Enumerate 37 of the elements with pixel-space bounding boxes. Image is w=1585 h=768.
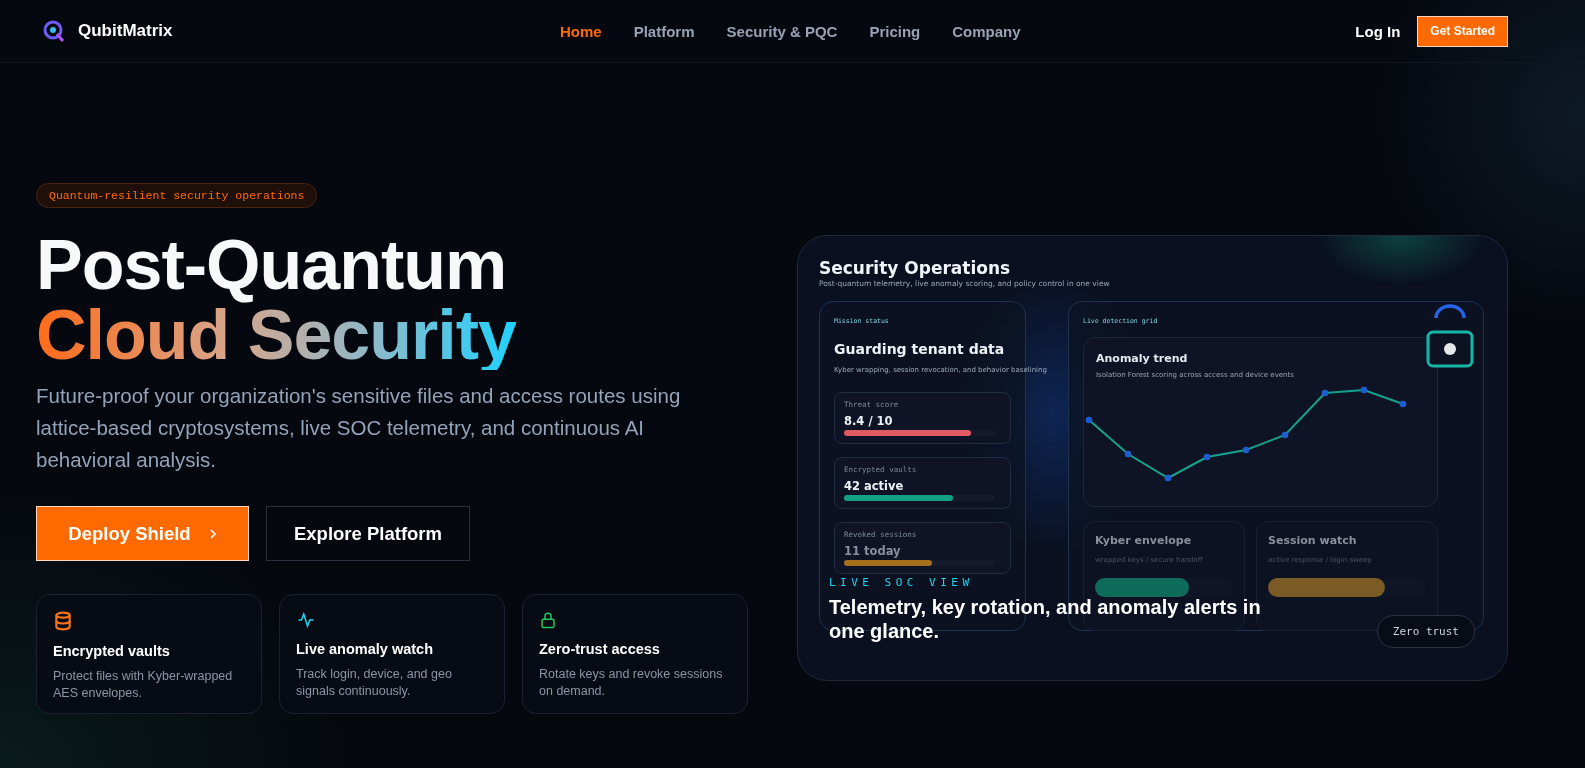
nav-link[interactable]: Security & PQC: [726, 22, 838, 40]
feature-title: Encrypted vaults: [53, 643, 171, 659]
trend-point: [1242, 446, 1250, 454]
status-title: Session watch: [1268, 534, 1358, 547]
trend-point: [1321, 389, 1329, 397]
explore-button[interactable]: Explore Platform: [266, 506, 470, 561]
feature-description: Track login, device, and geo signals continuously.: [296, 666, 453, 700]
feature-description: Protect files with Kyber-wrapped AES envelopes.: [53, 668, 234, 702]
trend-point: [1360, 386, 1368, 394]
feature-title: Zero-trust access: [539, 641, 661, 657]
trend-point: [1203, 453, 1211, 461]
hero-description: Future-proof your organization's sensitive files and access routes using lattice-based cryptosystems, live SOC telemetry, and continuous AI behavioral analysis.: [36, 383, 682, 473]
trend-point: [1399, 400, 1407, 408]
feature-description: Rotate keys and revoke sessions on demand.: [539, 666, 724, 700]
nav-link[interactable]: Home: [560, 22, 602, 40]
trend-point: [1164, 474, 1172, 482]
chevron-right-icon: [208, 527, 217, 540]
metric-value: 42 active: [844, 479, 905, 493]
nav-link[interactable]: Pricing: [869, 22, 921, 40]
zero-trust-tag: Zero trust: [1376, 615, 1475, 648]
trend-point: [1085, 416, 1093, 424]
metric-value: 8.4 / 10: [844, 414, 894, 428]
trend-point: [1124, 450, 1132, 458]
dashboard-caption: Telemetry, key rotation, and anomaly alerts in one glance.: [829, 595, 1262, 643]
tagline-badge: Quantum-resilient security operations: [36, 183, 318, 208]
brand-name[interactable]: QubitMatrix: [78, 21, 173, 41]
status-title: Kyber envelope: [1095, 534, 1193, 547]
nav-link[interactable]: Company: [952, 22, 1021, 40]
trend-title: Anomaly trend: [1096, 352, 1189, 365]
feature-title: Live anomaly watch: [296, 641, 434, 657]
dashboard-title: Security Operations: [819, 258, 1012, 278]
metric-value: 11 today: [844, 544, 902, 558]
trend-point: [1281, 431, 1289, 439]
login-link[interactable]: Log In: [1355, 22, 1401, 40]
panel-heading: Guarding tenant data: [834, 341, 1006, 357]
live-view-label: LIVE SOC VIEW: [829, 576, 974, 589]
nav-link[interactable]: Platform: [633, 22, 695, 40]
